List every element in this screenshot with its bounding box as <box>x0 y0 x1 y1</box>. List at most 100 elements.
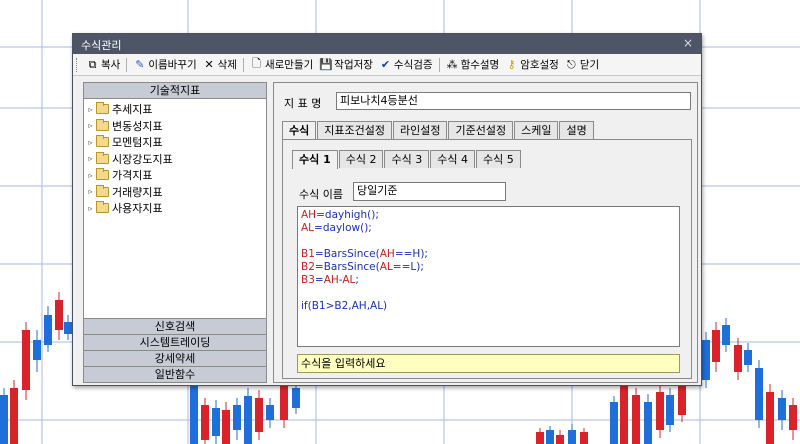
tab-scale[interactable]: 스케일 <box>514 121 559 139</box>
candle-body <box>568 430 576 444</box>
candle-body <box>656 392 664 430</box>
candle-body <box>64 322 72 334</box>
checkmark-icon: ✔ <box>380 58 391 71</box>
delete-button[interactable]: ✕ 삭제 <box>200 56 240 74</box>
tab-formula-3[interactable]: 수식 3 <box>384 150 430 168</box>
tab-description[interactable]: 설명 <box>559 121 594 139</box>
folder-icon <box>96 184 109 197</box>
candle-body <box>666 395 674 425</box>
formula-manager-dialog: 수식관리 × ⧉ 복사 ✎ 이름바꾸기 ✕ 삭제 🗋 새로만들기 💾 작업저장 ✔ 수식검증… <box>72 33 702 386</box>
password-button[interactable]: ⚷ 암호설정 <box>502 56 562 74</box>
close-icon[interactable]: × <box>683 36 693 50</box>
formula-editor-panel: 지 표 명 피보나치4등분선 수식 지표조건설정 라인설정 기준선설정 스케일 … <box>273 82 698 383</box>
candle-body <box>734 345 742 372</box>
tab-formula[interactable]: 수식 <box>282 121 317 140</box>
candle-body <box>33 340 41 360</box>
code-line: AL=daylow(); <box>301 222 372 234</box>
expand-icon[interactable]: ▹ <box>86 121 95 130</box>
exit-icon: ⎋ <box>566 57 576 71</box>
new-document-icon: 🗋 <box>252 57 261 70</box>
tree-item[interactable]: ▹ 가격지표 <box>86 167 266 184</box>
folder-icon <box>96 135 109 148</box>
new-button[interactable]: 🗋 새로만들기 <box>247 56 316 74</box>
tab-general-functions[interactable]: 일반함수 <box>84 366 266 382</box>
candle-body <box>644 402 652 444</box>
indicator-name-field[interactable]: 피보나치4등분선 <box>336 92 691 110</box>
candle-body <box>712 330 720 362</box>
expand-icon[interactable]: ▹ <box>86 105 95 114</box>
formula-hint: 수식을 입력하세요 <box>297 354 680 373</box>
candle-body <box>44 315 52 345</box>
tab-formula-4[interactable]: 수식 4 <box>430 150 475 168</box>
tree-item[interactable]: ▹ 변동성지표 <box>86 118 266 135</box>
expand-icon[interactable]: ▹ <box>86 138 95 147</box>
verify-button[interactable]: ✔ 수식검증 <box>376 56 436 74</box>
candle-body <box>222 410 230 444</box>
candle-body <box>536 432 544 444</box>
save-button[interactable]: 💾 작업저장 <box>316 56 376 74</box>
formula-name-field[interactable]: 당일기준 <box>353 182 506 201</box>
toolbar-separator <box>242 57 244 72</box>
candle-body <box>255 398 263 432</box>
toolbar-separator <box>438 57 440 72</box>
tab-formula-2[interactable]: 수식 2 <box>338 150 384 168</box>
code-line: AH=dayhigh(); <box>301 209 379 221</box>
expand-icon[interactable]: ▹ <box>86 171 95 180</box>
tree-item[interactable]: ▹ 모멘텀지표 <box>86 134 266 151</box>
candle-body <box>678 385 686 415</box>
copy-button[interactable]: ⧉ 복사 <box>83 56 123 74</box>
dialog-title: 수식관리 <box>81 39 122 52</box>
key-icon: ⚷ <box>507 58 516 71</box>
candle-body <box>10 388 18 444</box>
rename-button[interactable]: ✎ 이름바꾸기 <box>130 56 199 74</box>
candle-body <box>212 408 220 436</box>
candle-body <box>201 405 209 440</box>
folder-icon <box>96 151 109 164</box>
tab-system-trading[interactable]: 시스템트레이딩 <box>84 334 266 350</box>
tab-bull-bear[interactable]: 강세약세 <box>84 350 266 366</box>
save-icon: 💾 <box>319 58 333 71</box>
folder-icon <box>96 201 109 214</box>
indicator-name-label: 지 표 명 <box>284 97 322 110</box>
candle-body <box>546 430 554 444</box>
expand-icon[interactable]: ▹ <box>86 154 95 163</box>
tab-formula-1[interactable]: 수식 1 <box>292 150 338 169</box>
candle-body <box>556 435 564 444</box>
candle-body <box>292 388 300 408</box>
magic-wand-icon: ⁂ <box>446 58 458 71</box>
close-button[interactable]: ⎋ 닫기 <box>562 56 602 74</box>
code-line: B3=AH-AL; <box>301 274 359 286</box>
rename-icon: ✎ <box>135 58 145 71</box>
folder-icon <box>96 102 109 115</box>
tab-line-settings[interactable]: 라인설정 <box>392 121 448 139</box>
formula-number-tabs: 수식 1 수식 2 수식 3 수식 4 수식 5 <box>292 150 522 169</box>
candle-body <box>632 395 640 444</box>
candle-body <box>620 382 628 444</box>
formula-code-editor[interactable]: AH=dayhigh(); AL=daylow(); B1=BarsSince(… <box>297 206 680 347</box>
candle-body <box>702 340 710 380</box>
tree-header[interactable]: 기술적지표 <box>84 83 266 99</box>
candle-body <box>789 405 797 430</box>
tab-baseline-settings[interactable]: 기준선설정 <box>448 121 514 139</box>
candle-body <box>233 405 241 430</box>
tab-indicator-condition[interactable]: 지표조건설정 <box>317 121 392 139</box>
expand-icon[interactable]: ▹ <box>86 187 95 196</box>
function-help-button[interactable]: ⁂ 함수설명 <box>443 56 503 74</box>
folder-icon <box>96 168 109 181</box>
tree-item[interactable]: ▹ 사용자지표 <box>86 200 266 217</box>
tree-item[interactable]: ▹ 추세지표 <box>86 101 266 118</box>
candle-body <box>0 395 8 444</box>
candle-body <box>766 392 774 444</box>
tree-item[interactable]: ▹ 거래량지표 <box>86 184 266 201</box>
tab-signal-search[interactable]: 신호검색 <box>84 318 266 334</box>
tree-item[interactable]: ▹ 시장강도지표 <box>86 151 266 168</box>
dialog-titlebar: 수식관리 × <box>73 34 701 54</box>
tab-formula-5[interactable]: 수식 5 <box>475 150 521 168</box>
candle-body <box>55 300 63 330</box>
candle-body <box>190 385 198 444</box>
category-tabs: 신호검색 시스템트레이딩 강세약세 일반함수 <box>84 318 266 382</box>
expand-icon[interactable]: ▹ <box>86 204 95 213</box>
delete-icon: ✕ <box>204 58 214 71</box>
candle-body <box>244 396 252 444</box>
